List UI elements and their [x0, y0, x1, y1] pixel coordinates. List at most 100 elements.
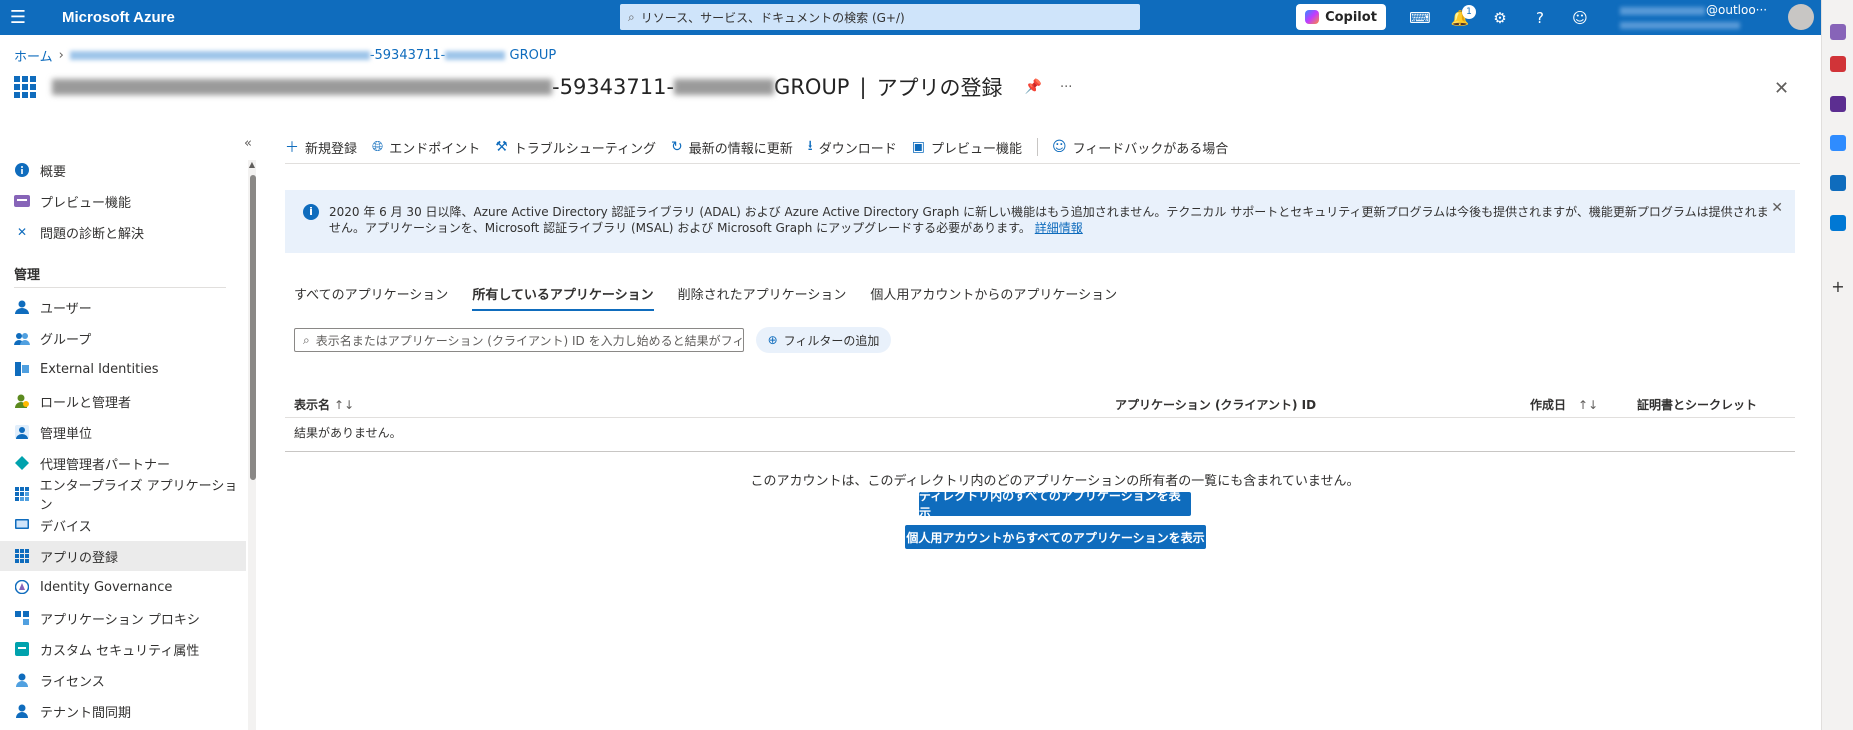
global-search-input[interactable]: ⌕ リソース、サービス、ドキュメントの検索 (G+/) [620, 4, 1140, 30]
learn-more-link[interactable]: 詳細情報 [1035, 221, 1083, 235]
refresh-button[interactable]: ↻ 最新の情報に更新 [671, 138, 793, 157]
scroll-up-icon[interactable]: ▲ [248, 160, 256, 169]
redacted-title-name [52, 79, 552, 95]
table-bottom-line [285, 451, 1795, 452]
sidebar-item-label: ユーザー [40, 301, 92, 317]
sidebar-item-label: エンタープライズ アプリケーション [39, 479, 238, 513]
copilot-icon [1305, 10, 1320, 24]
endpoints-button[interactable]: 🌐︎ エンドポイント [372, 138, 480, 157]
redacted-tenant-name-2 [445, 51, 506, 60]
bookmark-icon[interactable] [1830, 24, 1846, 40]
column-display-name-label: 表示名 [294, 398, 331, 412]
account-menu[interactable]: @outloo··· [1620, 2, 1780, 34]
notification-badge: 1 [1462, 5, 1476, 19]
custom-security-icon [14, 641, 30, 657]
sidebar-item-identity-governance[interactable]: Identity Governance [0, 572, 246, 602]
sidebar-item-custom-security[interactable]: カスタム セキュリティ属性 [0, 634, 246, 664]
sidebar-item-app-registrations[interactable]: アプリの登録 [0, 541, 246, 571]
breadcrumb: ホーム › -59343711- GROUP [14, 46, 556, 65]
feedback-label: フィードバックがある場合 [1072, 141, 1229, 157]
view-all-directory-apps-button[interactable]: ディレクトリ内のすべてのアプリケーションを表示 [919, 489, 1191, 520]
sidebar-item-users[interactable]: ユーザー [0, 292, 246, 322]
copilot-rail-icon[interactable] [1830, 135, 1846, 151]
sidebar-item-admin-units[interactable]: 管理単位 [0, 417, 246, 447]
add-icon[interactable]: + [1831, 279, 1845, 295]
tab-personal-account-applications[interactable]: 個人用アカウントからのアプリケーション [870, 284, 1117, 311]
hamburger-menu-icon[interactable]: ☰ [0, 0, 36, 35]
wrench-icon: ⚒ [495, 139, 508, 155]
add-filter-icon: ⊕ [767, 333, 778, 347]
sidebar-item-cross-tenant-sync[interactable]: テナント間同期 [0, 696, 246, 726]
download-button[interactable]: ⭳ ダウンロード [808, 135, 897, 159]
page-header: -59343711- GROUP | アプリの登録 📌 ··· [14, 70, 1072, 104]
add-filter-button[interactable]: ⊕ フィルターの追加 [756, 327, 891, 353]
new-registration-label: 新規登録 [305, 141, 358, 157]
sidebar-item-preview[interactable]: プレビュー機能 [0, 186, 246, 216]
outlook-icon[interactable] [1830, 175, 1846, 191]
sidebar-item-enterprise-apps[interactable]: エンタープライズ アプリケーション [0, 479, 246, 513]
title-end: GROUP [774, 75, 850, 99]
sidebar-item-app-proxy[interactable]: アプリケーション プロキシ [0, 603, 246, 633]
sidebar-item-licenses[interactable]: ライセンス [0, 665, 246, 695]
preview-features-button[interactable]: ▣ プレビュー機能 [912, 138, 1022, 157]
settings-icon[interactable]: ⚙ [1484, 5, 1516, 30]
feedback-icon[interactable]: ☺ [1564, 5, 1596, 30]
sidebar-item-overview[interactable]: 概要 [0, 155, 246, 185]
filter-placeholder: 表示名またはアプリケーション (クライアント) ID を入力し始めると結果がフィ… [315, 333, 744, 348]
sidebar-item-external-identities[interactable]: External Identities [0, 354, 246, 384]
breadcrumb-tenant-mid: -59343711- [369, 48, 446, 63]
refresh-icon: ↻ [671, 139, 683, 155]
help-icon[interactable]: ? [1524, 5, 1556, 30]
collapse-sidebar-icon[interactable]: « [244, 136, 252, 151]
column-created-date[interactable]: 作成日 ↑↓ [1530, 396, 1598, 413]
sidebar-item-label: グループ [40, 332, 92, 348]
sidebar-item-label: デバイス [40, 519, 92, 535]
sidebar-item-label: 管理単位 [40, 426, 93, 442]
filter-search-input[interactable]: ⌕ 表示名またはアプリケーション (クライアント) ID を入力し始めると結果が… [294, 328, 744, 352]
app-proxy-icon [14, 610, 30, 626]
sidebar-item-groups[interactable]: グループ [0, 323, 246, 353]
dismiss-banner-icon[interactable]: ✕ [1771, 200, 1783, 216]
more-options-icon[interactable]: ··· [1060, 80, 1072, 95]
copilot-button[interactable]: Copilot [1296, 4, 1386, 30]
sidebar-scroll-thumb[interactable] [250, 175, 256, 480]
person-icon[interactable] [1830, 96, 1846, 112]
breadcrumb-tenant[interactable]: -59343711- GROUP [69, 48, 557, 63]
app-registrations-header-icon [14, 76, 36, 98]
globe-icon: 🌐︎ [372, 139, 384, 155]
new-registration-button[interactable]: ＋ 新規登録 [285, 137, 357, 157]
close-icon[interactable]: ✕ [1774, 78, 1789, 99]
view-all-personal-apps-button[interactable]: 個人用アカウントからすべてのアプリケーションを表示 [905, 525, 1206, 549]
notifications-icon[interactable]: 🔔 1 [1444, 5, 1476, 30]
preview-icon [14, 193, 30, 209]
breadcrumb-tenant-end: GROUP [505, 48, 557, 63]
brand-title[interactable]: Microsoft Azure [62, 9, 175, 26]
column-display-name[interactable]: 表示名 ↑↓ [294, 396, 354, 413]
redacted-tenant-name [69, 51, 370, 60]
chevron-right-icon: › [58, 48, 64, 63]
tab-all-applications[interactable]: すべてのアプリケーション [294, 284, 448, 311]
info-icon [14, 162, 30, 178]
tab-owned-applications[interactable]: 所有しているアプリケーション [472, 284, 654, 311]
cloud-shell-icon[interactable]: ⌨ [1404, 5, 1436, 30]
title-mid: -59343711- [552, 75, 675, 99]
tab-deleted-applications[interactable]: 削除されたアプリケーション [678, 284, 847, 311]
pin-icon[interactable]: 📌 [1025, 79, 1042, 95]
account-email: @outloo··· [1706, 3, 1768, 17]
add-filter-label: フィルターの追加 [783, 333, 880, 348]
avatar[interactable] [1788, 4, 1814, 30]
wrench-icon: ✕ [16, 225, 28, 239]
sidebar-item-devices[interactable]: デバイス [0, 510, 246, 540]
group-icon [14, 330, 30, 346]
feedback-button[interactable]: ☺ フィードバックがある場合 [1052, 138, 1228, 157]
partner-icon [14, 455, 30, 471]
send-icon[interactable] [1830, 215, 1846, 231]
sidebar-item-roles[interactable]: ロールと管理者 [0, 386, 246, 416]
column-certificates-secrets: 証明書とシークレット [1637, 398, 1758, 412]
sidebar-item-diagnose[interactable]: ✕ 問題の診断と解決 [0, 217, 246, 247]
troubleshooting-button[interactable]: ⚒ トラブルシューティング [495, 138, 656, 157]
breadcrumb-home[interactable]: ホーム [14, 46, 53, 65]
toolbox-icon[interactable] [1830, 56, 1846, 72]
sidebar-item-partners[interactable]: 代理管理者パートナー [0, 448, 246, 478]
external-identities-icon [14, 361, 30, 377]
